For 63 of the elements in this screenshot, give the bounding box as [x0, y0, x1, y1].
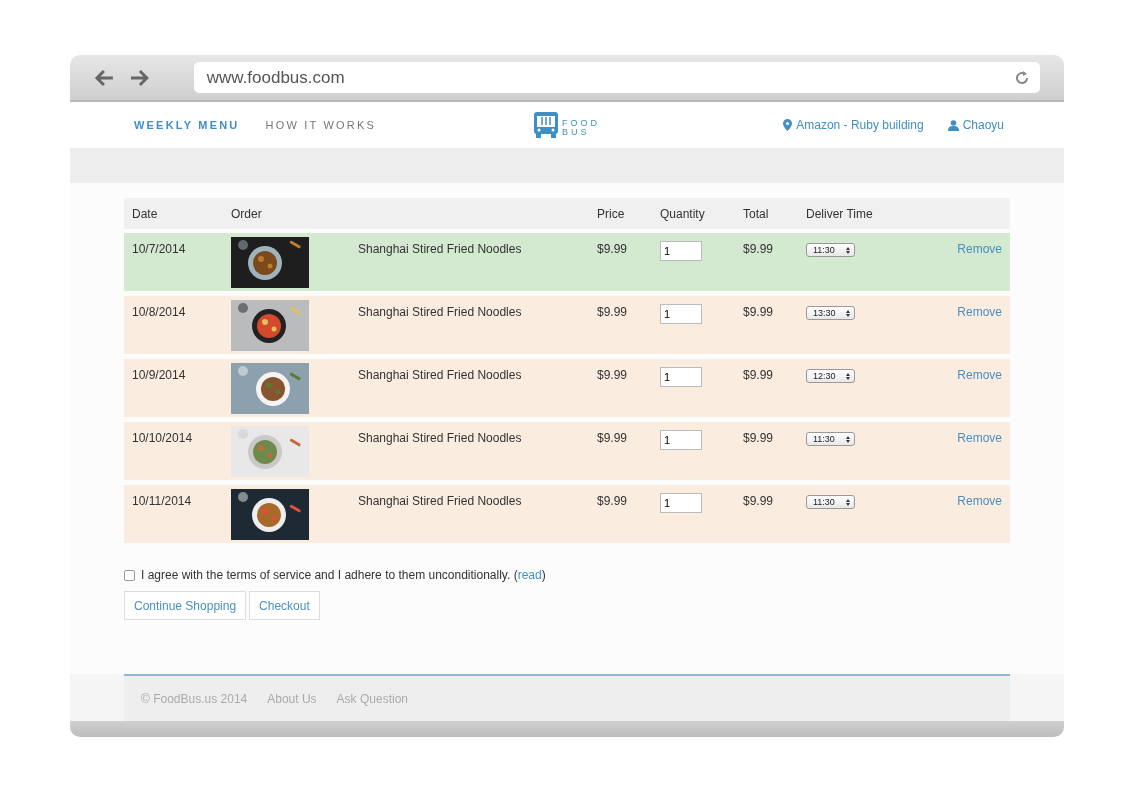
date-cell-text: 10/9/2014	[132, 368, 187, 382]
nav-link[interactable]: WEEKLY MENU	[134, 119, 240, 131]
bus-logo-icon	[532, 111, 561, 139]
column-header: Date	[132, 206, 159, 221]
date-cell-text: 10/11/2014	[132, 494, 193, 508]
total-cell-text: $9.99	[743, 368, 775, 382]
price-cell-text: $9.99	[597, 305, 629, 319]
item-name: Shanghai Stired Fried Noodles	[358, 494, 523, 508]
order-row[interactable]: 10/11/2014 Shanghai Stired Fried Noodles $9.99 1 $9.99 11:30 Remove	[124, 485, 1010, 543]
date-cell-text: 10/7/2014	[132, 242, 187, 256]
column-header: Deliver Time	[806, 206, 874, 221]
map-pin-icon	[783, 119, 793, 131]
order-row[interactable]: 10/7/2014 Shanghai Stired Fried Noodles $9.99 1 $9.99 11:30 Remove	[124, 233, 1010, 291]
item-name: Shanghai Stired Fried Noodles	[358, 242, 523, 256]
time-select[interactable]: 11:30	[806, 495, 855, 509]
quantity-field[interactable]: 1	[660, 304, 702, 324]
column-header: Price	[597, 206, 626, 221]
order-row[interactable]: 10/10/2014 Shanghai Stired Fried Noodles $9.99 1 $9.99 11:30 Remove	[124, 422, 1010, 480]
total-cell-text: $9.99	[743, 242, 775, 256]
time-select[interactable]: 12:30	[806, 369, 855, 383]
nav-link[interactable]: HOW IT WORKS	[265, 119, 377, 131]
column-header: Quantity	[660, 206, 706, 221]
location-link[interactable]: Amazon - Ruby building	[783, 118, 924, 132]
logo-text: BUS	[562, 128, 591, 137]
item-name: Shanghai Stired Fried Noodles	[358, 368, 523, 382]
date-cell-text: 10/8/2014	[132, 305, 187, 319]
column-header: Total	[743, 206, 770, 221]
updown-arrows-icon	[846, 309, 850, 317]
read-link[interactable]: read	[517, 568, 542, 582]
order-row[interactable]: 10/9/2014 Shanghai Stired Fried Noodles $9.99 1 $9.99 12:30 Remove	[124, 359, 1010, 417]
quantity-field[interactable]: 1	[660, 241, 702, 261]
price-cell-text: $9.99	[597, 242, 629, 256]
updown-arrows-icon	[846, 246, 850, 254]
price-cell-text: $9.99	[597, 368, 629, 382]
time-select[interactable]: 11:30	[806, 432, 855, 446]
quantity-field[interactable]: 1	[660, 493, 702, 513]
time-select[interactable]: 11:30	[806, 243, 855, 257]
price-cell-text: $9.99	[597, 431, 629, 445]
item-name: Shanghai Stired Fried Noodles	[358, 431, 523, 445]
copyright-text: © FoodBus.us 2014	[141, 691, 248, 706]
person-icon	[947, 119, 959, 131]
quantity-field[interactable]: 1	[660, 367, 702, 387]
time-select[interactable]: 13:30	[806, 306, 855, 320]
updown-arrows-icon	[846, 435, 850, 443]
terms-text: I agree with the terms of service and I adhere to them unconditionally. (read)	[141, 568, 546, 582]
action-button[interactable]: Checkout	[249, 591, 320, 620]
total-cell-text: $9.99	[743, 431, 775, 445]
reload-icon[interactable]	[1014, 69, 1030, 86]
terms-checkbox[interactable]	[124, 569, 135, 581]
quantity-field[interactable]: 1	[660, 430, 702, 450]
date-cell-text: 10/10/2014	[132, 431, 194, 445]
address-bar[interactable]: www.foodbus.com	[193, 62, 1040, 93]
logo-text: FOOD	[562, 119, 601, 128]
total-cell-text: $9.99	[743, 494, 775, 508]
price-cell-text: $9.99	[597, 494, 629, 508]
updown-arrows-icon	[846, 498, 850, 506]
updown-arrows-icon	[846, 372, 850, 380]
order-row[interactable]: 10/8/2014 Shanghai Stired Fried Noodles $9.99 1 $9.99 13:30 Remove	[124, 296, 1010, 354]
user-link[interactable]: Chaoyu	[947, 118, 1004, 132]
total-cell-text: $9.99	[743, 305, 775, 319]
action-button[interactable]: Continue Shopping	[124, 591, 247, 620]
item-name: Shanghai Stired Fried Noodles	[358, 305, 523, 319]
column-header: Order	[231, 206, 263, 221]
